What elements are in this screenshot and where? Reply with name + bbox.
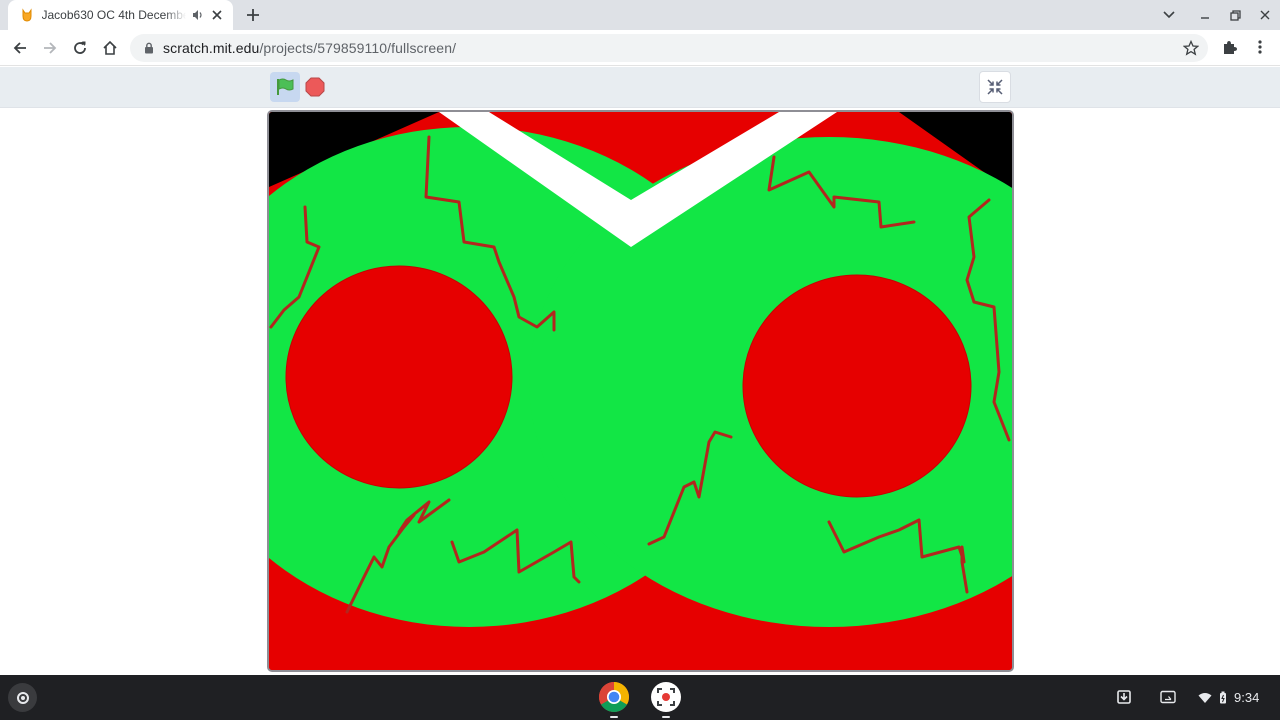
browser-toolbar: scratch.mit.edu/projects/579859110/fulls… — [0, 30, 1280, 66]
close-icon[interactable] — [210, 7, 225, 23]
browser-tab[interactable]: Jacob630 OC 4th December — [8, 0, 233, 30]
cast-button[interactable] — [1157, 686, 1179, 708]
address-bar[interactable]: scratch.mit.edu/projects/579859110/fulls… — [130, 34, 1208, 62]
wifi-icon — [1198, 692, 1212, 703]
left-pupil — [285, 265, 513, 489]
window-controls — [1190, 0, 1280, 30]
chevron-down-icon — [1163, 11, 1175, 19]
exit-fullscreen-icon — [987, 79, 1003, 95]
reload-button[interactable] — [67, 35, 93, 61]
home-icon — [103, 40, 117, 55]
back-button[interactable] — [7, 35, 33, 61]
system-shelf: 9:34 — [0, 675, 1280, 720]
screen-cast-icon — [1160, 690, 1176, 704]
reload-icon — [74, 41, 86, 54]
extensions-button[interactable] — [1219, 36, 1241, 58]
plus-icon — [247, 9, 259, 21]
active-indicator — [610, 716, 618, 718]
url-text: scratch.mit.edu/projects/579859110/fulls… — [163, 40, 456, 56]
lock-icon[interactable] — [142, 41, 156, 55]
chrome-menu-button[interactable] — [1250, 36, 1270, 58]
tab-strip: Jacob630 OC 4th December — [0, 0, 1280, 30]
kebab-menu-icon — [1258, 40, 1262, 54]
status-area[interactable]: 9:34 — [1188, 683, 1269, 712]
stage-artwork — [269, 112, 1012, 670]
new-tab-button[interactable] — [243, 6, 263, 24]
minimize-button[interactable] — [1190, 0, 1220, 30]
screen-capture-icon — [651, 682, 681, 712]
shelf-app-screen-capture[interactable] — [650, 681, 682, 718]
bookmark-star-icon[interactable] — [1182, 39, 1200, 57]
home-button[interactable] — [97, 35, 123, 61]
scratch-cat-icon — [20, 8, 34, 22]
holding-space-button[interactable] — [1113, 686, 1135, 708]
restore-icon — [1229, 9, 1241, 21]
green-flag-icon — [277, 78, 294, 95]
minimize-icon — [1201, 17, 1209, 19]
tab-search-button[interactable] — [1158, 4, 1180, 26]
right-pupil — [742, 274, 972, 498]
stop-sign-icon — [305, 77, 325, 97]
launcher-button[interactable] — [8, 683, 37, 712]
tab-title: Jacob630 OC 4th December — [41, 8, 187, 22]
puzzle-icon — [1224, 41, 1237, 54]
holding-space-icon — [1117, 690, 1131, 704]
chrome-icon — [598, 682, 630, 713]
close-icon — [1260, 10, 1270, 20]
green-flag-button[interactable] — [270, 72, 300, 102]
speaker-icon[interactable] — [190, 7, 205, 23]
restore-button[interactable] — [1220, 0, 1250, 30]
arrow-left-icon — [13, 42, 26, 54]
url-host: scratch.mit.edu — [163, 40, 260, 56]
arrow-right-icon — [44, 42, 57, 54]
forward-button[interactable] — [37, 35, 63, 61]
url-path: /projects/579859110/fullscreen/ — [259, 40, 457, 56]
launcher-icon — [16, 691, 29, 704]
shelf-app-chrome[interactable] — [598, 681, 630, 718]
clock: 9:34 — [1234, 690, 1260, 705]
close-window-button[interactable] — [1250, 0, 1280, 30]
active-indicator — [662, 716, 670, 718]
stage-header — [0, 67, 1280, 108]
project-stage[interactable] — [267, 110, 1014, 672]
exit-fullscreen-button[interactable] — [979, 71, 1011, 103]
stop-button[interactable] — [303, 75, 327, 99]
battery-icon — [1220, 691, 1226, 704]
